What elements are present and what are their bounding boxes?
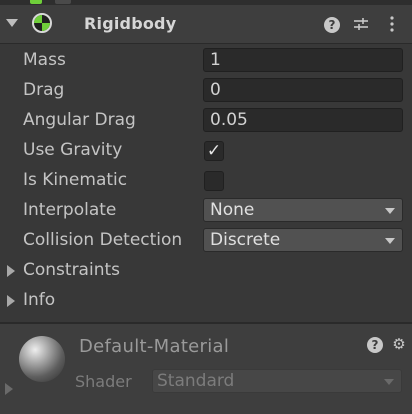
- shader-dropdown[interactable]: Standard: [152, 369, 402, 393]
- interpolate-label: Interpolate: [23, 200, 117, 220]
- use-gravity-row: Use Gravity ✓: [0, 136, 412, 166]
- shader-label: Shader: [75, 372, 132, 391]
- angular-drag-field[interactable]: 0.05: [203, 108, 403, 132]
- material-panel: Default-Material ? ⚙ Shader Standard: [0, 324, 412, 414]
- material-preview-sphere[interactable]: [19, 336, 65, 382]
- help-icon[interactable]: ?: [323, 15, 341, 33]
- is-kinematic-checkbox[interactable]: [204, 171, 224, 191]
- info-label: Info: [23, 290, 56, 310]
- mass-row: Mass 1: [0, 46, 412, 76]
- info-foldout[interactable]: Info: [0, 286, 412, 316]
- is-kinematic-row: Is Kinematic: [0, 166, 412, 196]
- drag-row: Drag 0: [0, 76, 412, 106]
- angular-drag-row: Angular Drag 0.05: [0, 106, 412, 136]
- interpolate-row: Interpolate None: [0, 196, 412, 226]
- mass-field[interactable]: 1: [203, 48, 403, 72]
- collision-detection-label: Collision Detection: [23, 230, 183, 250]
- drag-label: Drag: [23, 80, 65, 100]
- previous-component-icon: [30, 0, 42, 4]
- constraints-foldout[interactable]: Constraints: [0, 256, 412, 286]
- rigidbody-icon: [32, 13, 52, 33]
- chevron-down-icon: [385, 208, 395, 214]
- mass-label: Mass: [23, 50, 66, 70]
- shader-value: Standard: [157, 371, 235, 391]
- interpolate-dropdown[interactable]: None: [203, 198, 403, 222]
- fold-down-icon[interactable]: [6, 19, 18, 27]
- checkmark-icon: ✓: [206, 141, 222, 161]
- is-kinematic-label: Is Kinematic: [23, 170, 128, 190]
- constraints-label: Constraints: [23, 260, 120, 280]
- collision-detection-row: Collision Detection Discrete: [0, 226, 412, 256]
- more-vertical-icon[interactable]: [383, 15, 401, 33]
- gear-icon[interactable]: ⚙: [391, 336, 407, 352]
- fold-right-icon: [7, 265, 15, 277]
- use-gravity-checkbox[interactable]: ✓: [204, 141, 224, 161]
- material-name: Default-Material: [79, 336, 230, 357]
- drag-field[interactable]: 0: [203, 78, 403, 102]
- angular-drag-label: Angular Drag: [23, 110, 136, 130]
- chevron-down-icon: [385, 238, 395, 244]
- use-gravity-label: Use Gravity: [23, 140, 123, 160]
- collision-detection-value: Discrete: [210, 230, 281, 250]
- presets-icon[interactable]: [352, 15, 370, 33]
- component-title: Rigidbody: [84, 14, 177, 33]
- help-icon[interactable]: ?: [367, 336, 383, 353]
- previous-component-toggle: [55, 0, 71, 4]
- fold-right-icon[interactable]: [5, 383, 13, 395]
- rigidbody-header[interactable]: Rigidbody ?: [0, 5, 412, 44]
- fold-right-icon: [7, 295, 15, 307]
- collision-detection-dropdown[interactable]: Discrete: [203, 228, 403, 252]
- interpolate-value: None: [210, 200, 255, 220]
- chevron-down-icon: [384, 379, 394, 385]
